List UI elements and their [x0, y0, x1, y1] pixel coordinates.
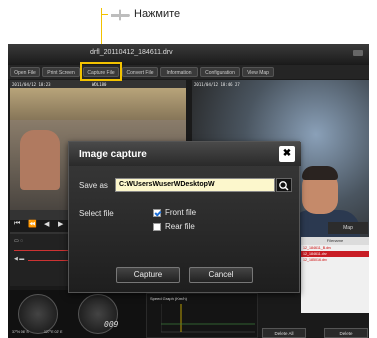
- menu-view-map[interactable]: View Map: [242, 67, 274, 77]
- delete-all-button[interactable]: Delete All: [262, 328, 306, 338]
- close-icon[interactable]: ✖: [279, 146, 295, 162]
- capture-file-highlight: [80, 62, 122, 81]
- pointing-hand-icon: [111, 9, 130, 21]
- cancel-button[interactable]: Cancel: [189, 267, 253, 283]
- image-capture-dialog: Image capture ✖ Save as C:WUsersWuserWDe…: [68, 141, 301, 293]
- rear-file-label: Rear file: [165, 222, 195, 231]
- latitude-label: 37°N 06' S: [12, 330, 29, 334]
- longitude-label: 127°E 02' E: [44, 330, 63, 334]
- menu-information[interactable]: Information: [160, 67, 198, 77]
- dialog-title: Image capture: [79, 149, 147, 160]
- front-file-checkbox[interactable]: [153, 209, 161, 217]
- tab-map[interactable]: Map: [328, 222, 368, 234]
- front-camera-id: WDL180: [92, 82, 107, 87]
- speed-graph-panel: Speed Graph (Km/h): [146, 293, 258, 338]
- select-file-label: Select file: [79, 209, 114, 218]
- rewind-icon[interactable]: ⏪: [28, 220, 37, 228]
- menu-open-file[interactable]: Open File: [10, 67, 40, 77]
- file-list-item[interactable]: 12_185016.drv: [301, 257, 369, 263]
- front-file-label: Front file: [165, 208, 197, 217]
- volume-icon: ◀ ▬: [14, 256, 25, 262]
- driver-hair: [302, 166, 338, 180]
- signal-icon: ▭ ◌: [14, 238, 24, 244]
- rear-file-checkbox[interactable]: [153, 223, 161, 231]
- menu-convert-file[interactable]: Convert File: [122, 67, 158, 77]
- speed-graph-title: Speed Graph (Km/h): [150, 296, 187, 301]
- gauge-area: 37°N 06' S 127°E 02' E 009: [8, 290, 148, 338]
- speed-graph: [161, 304, 255, 333]
- menu-print-screen[interactable]: Print Screen: [42, 67, 80, 77]
- window-close-button[interactable]: [353, 50, 363, 56]
- step-back-icon[interactable]: ◀: [44, 220, 49, 228]
- front-timestamp: 2011/04/12 18:23: [12, 82, 51, 87]
- compass-gauge: [18, 294, 58, 334]
- play-icon[interactable]: ▶: [58, 220, 63, 228]
- title-bar: drfl_20110412_184611.drv: [8, 44, 369, 64]
- pedestrian-figure: [20, 130, 60, 190]
- skip-back-icon[interactable]: ⏮: [14, 220, 20, 228]
- sensor-line-1: [14, 250, 70, 251]
- search-icon: [279, 181, 289, 191]
- playback-controls: ⏮ ⏪ ◀ ▶: [10, 220, 76, 232]
- volume-slider[interactable]: [28, 260, 68, 261]
- dialog-header: Image capture ✖: [69, 142, 301, 166]
- window-title: drfl_20110412_184611.drv: [90, 49, 173, 56]
- delete-button[interactable]: Delete: [324, 328, 368, 338]
- save-path-field[interactable]: C:WUsersWuserWDesktopW: [115, 178, 275, 192]
- save-as-label: Save as: [79, 181, 108, 190]
- rear-timestamp: 2011/04/12 18:46 27: [194, 82, 240, 87]
- sensor-panel: ▭ ◌ ◀ ▬: [10, 234, 76, 286]
- callout-leader-tick: [101, 14, 108, 15]
- instruction-figure: Нажмите drfl_20110412_184611.drv Open Fi…: [0, 0, 377, 338]
- callout-instruction-text: Нажмите: [134, 8, 181, 20]
- digital-speed: 009: [104, 320, 119, 329]
- file-list: Filename 12_184611_B.drv 12_184611.drv 1…: [301, 237, 369, 313]
- file-list-header: Filename: [301, 237, 369, 245]
- browse-button[interactable]: [276, 178, 292, 192]
- menu-configuration[interactable]: Configuration: [200, 67, 240, 77]
- capture-button[interactable]: Capture: [116, 267, 180, 283]
- menu-bar: Open File Print Screen Capture File Conv…: [8, 65, 369, 79]
